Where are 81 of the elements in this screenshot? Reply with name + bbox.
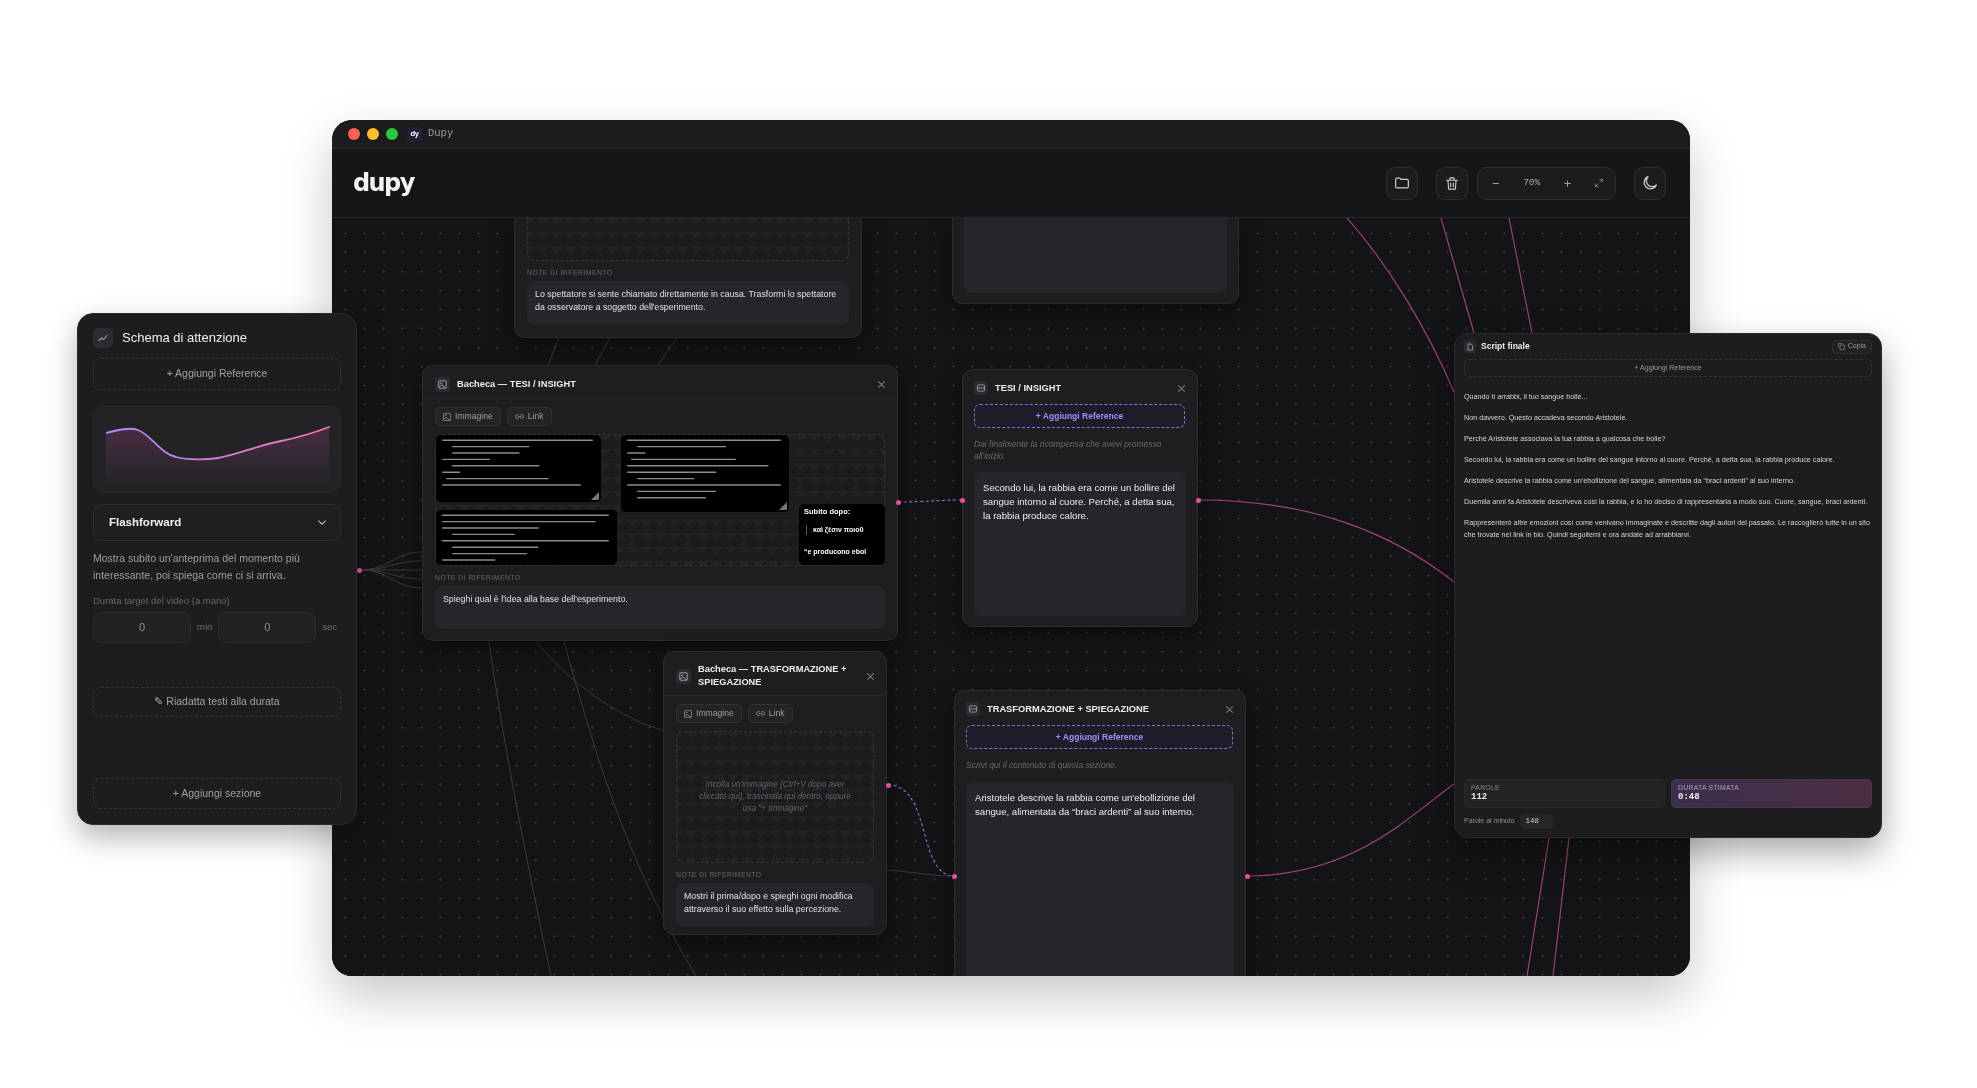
port-dot[interactable] [895,499,901,505]
add-link-button[interactable]: Link [747,704,793,723]
maximize-window-icon[interactable] [386,128,398,140]
stat-value: 0:48 [1678,792,1701,803]
content-field[interactable]: Aristotele descrive la rabbia come un'ebollizione del sangue, alimentata da “braci ardenti” al suo interno. [966,781,1234,976]
expand-icon[interactable] [1595,179,1603,187]
zoom-out-button[interactable]: − [1492,176,1500,190]
panel-title: Schema di attenzione [122,329,248,348]
pattern-dropdown[interactable]: Flashforward [93,504,341,541]
note-field[interactable]: Lo spettatore si sente chiamato direttamente in causa. Trasformi lo spettatore da osservatore a soggetto dell'esperimento. [527,281,849,324]
resize-handle-icon[interactable] [591,492,599,500]
node-title: Bacheca — TESI / INSIGHT [457,378,577,391]
zoom-in-button[interactable]: + [1563,176,1572,190]
image-thumbnail[interactable] [436,510,617,565]
pattern-description: Mostra subito un'anteprima del momento più interessante, poi spiega come ci si arriva. [93,551,301,583]
folder-icon [1395,177,1409,189]
connector-line [657,337,678,366]
port-dot[interactable] [885,782,891,788]
delete-button[interactable] [1436,166,1468,200]
close-icon[interactable] [1178,384,1185,392]
board-node[interactable] [663,651,887,935]
copy-icon [1837,343,1845,350]
image-icon [684,709,692,718]
add-reference-button[interactable]: + Aggiungi Reference [93,358,341,390]
link-icon [514,414,524,419]
panel-title: Script finale [1481,340,1531,353]
moon-icon [1643,176,1657,190]
add-reference-button[interactable]: + Aggiungi Reference [974,404,1185,428]
content-field[interactable]: Secondo lui, la rabbia era come un bollire del sangue intorno al cuore. Perché, a detta sua, la rabbia produce calore. [974,472,1186,616]
add-image-button[interactable]: Immagine [676,704,742,723]
image-icon [676,668,691,684]
node-title: Bacheca — TRASFORMAZIONE + SPIEGAZIONE [698,663,848,689]
image-thumbnail[interactable] [621,435,789,512]
theme-button[interactable] [1634,166,1666,200]
panel-icon [966,702,980,716]
add-image-button[interactable]: Immagine [435,407,501,426]
panel-icon [974,381,988,395]
trash-icon [1446,176,1458,190]
close-icon[interactable] [867,672,874,680]
node-title: TESI / INSIGHT [995,381,1063,395]
trend-icon [93,328,113,348]
image-thumbnail[interactable] [436,435,601,502]
duration-field[interactable]: 0 [218,612,317,643]
add-link-button[interactable]: Link [506,407,552,426]
zoom-level: 70% [1523,175,1541,190]
logo: dupy [353,171,414,195]
connector-line [594,337,611,366]
close-icon[interactable] [878,381,885,388]
stat-value: 112 [1471,792,1489,803]
note-field[interactable]: Spieghi qual è l'idea alla base dell'esperimento. [435,586,885,629]
image-icon [443,412,451,421]
port-dot[interactable] [356,567,362,573]
duration-label: Durata target del video (a mano) [93,595,231,606]
add-reference-button[interactable]: + Aggiungi Reference [966,725,1233,749]
folder-button[interactable] [1386,166,1418,200]
connector-line [547,337,560,366]
window-title: Dupy [428,126,454,142]
section-hint: Dai finalmente la ricompensa che avevi promesso all'inizio. [974,439,1163,462]
port-dot[interactable] [1244,873,1250,879]
close-window-icon[interactable] [348,128,360,140]
note-field[interactable]: Mostri il prima/dopo e spieghi ogni modifica attraverso il suo effetto sulla percezione. [676,883,874,926]
unit-label: min [197,620,213,635]
link-icon [755,711,765,716]
add-section-button[interactable]: + Aggiungi sezione [93,778,341,809]
close-icon[interactable] [1226,705,1233,713]
resize-handle-icon[interactable] [779,502,787,510]
node-title: TRASFORMAZIONE + SPIEGAZIONE [987,702,1150,716]
document-icon [1464,340,1476,353]
section-hint: Scrivi qui il contenuto di questa sezione. [966,760,1119,772]
image-icon [435,377,450,392]
section-node[interactable]: TRASFORMAZIONE + SPIEGAZIONE + Aggiungi Reference Scrivi qui il contenuto di questa sezione. Aristotele descrive la rabbia come un'ebollizione del sangue, alimentata da “braci ardenti” al suo interno. [954,690,1246,976]
unit-label: sec [322,620,338,635]
fit-texts-button[interactable]: ✎ Riadatta testi alla durata [93,687,341,717]
section-node[interactable] [962,369,1198,627]
port-dot[interactable] [1195,497,1201,503]
minimize-window-icon[interactable] [367,128,379,140]
section-node[interactable] [952,218,1239,304]
chevron-down-icon [318,520,326,525]
port-dot[interactable] [959,497,965,503]
port-dot[interactable] [951,873,957,879]
duration-field[interactable]: 0 [93,612,191,643]
